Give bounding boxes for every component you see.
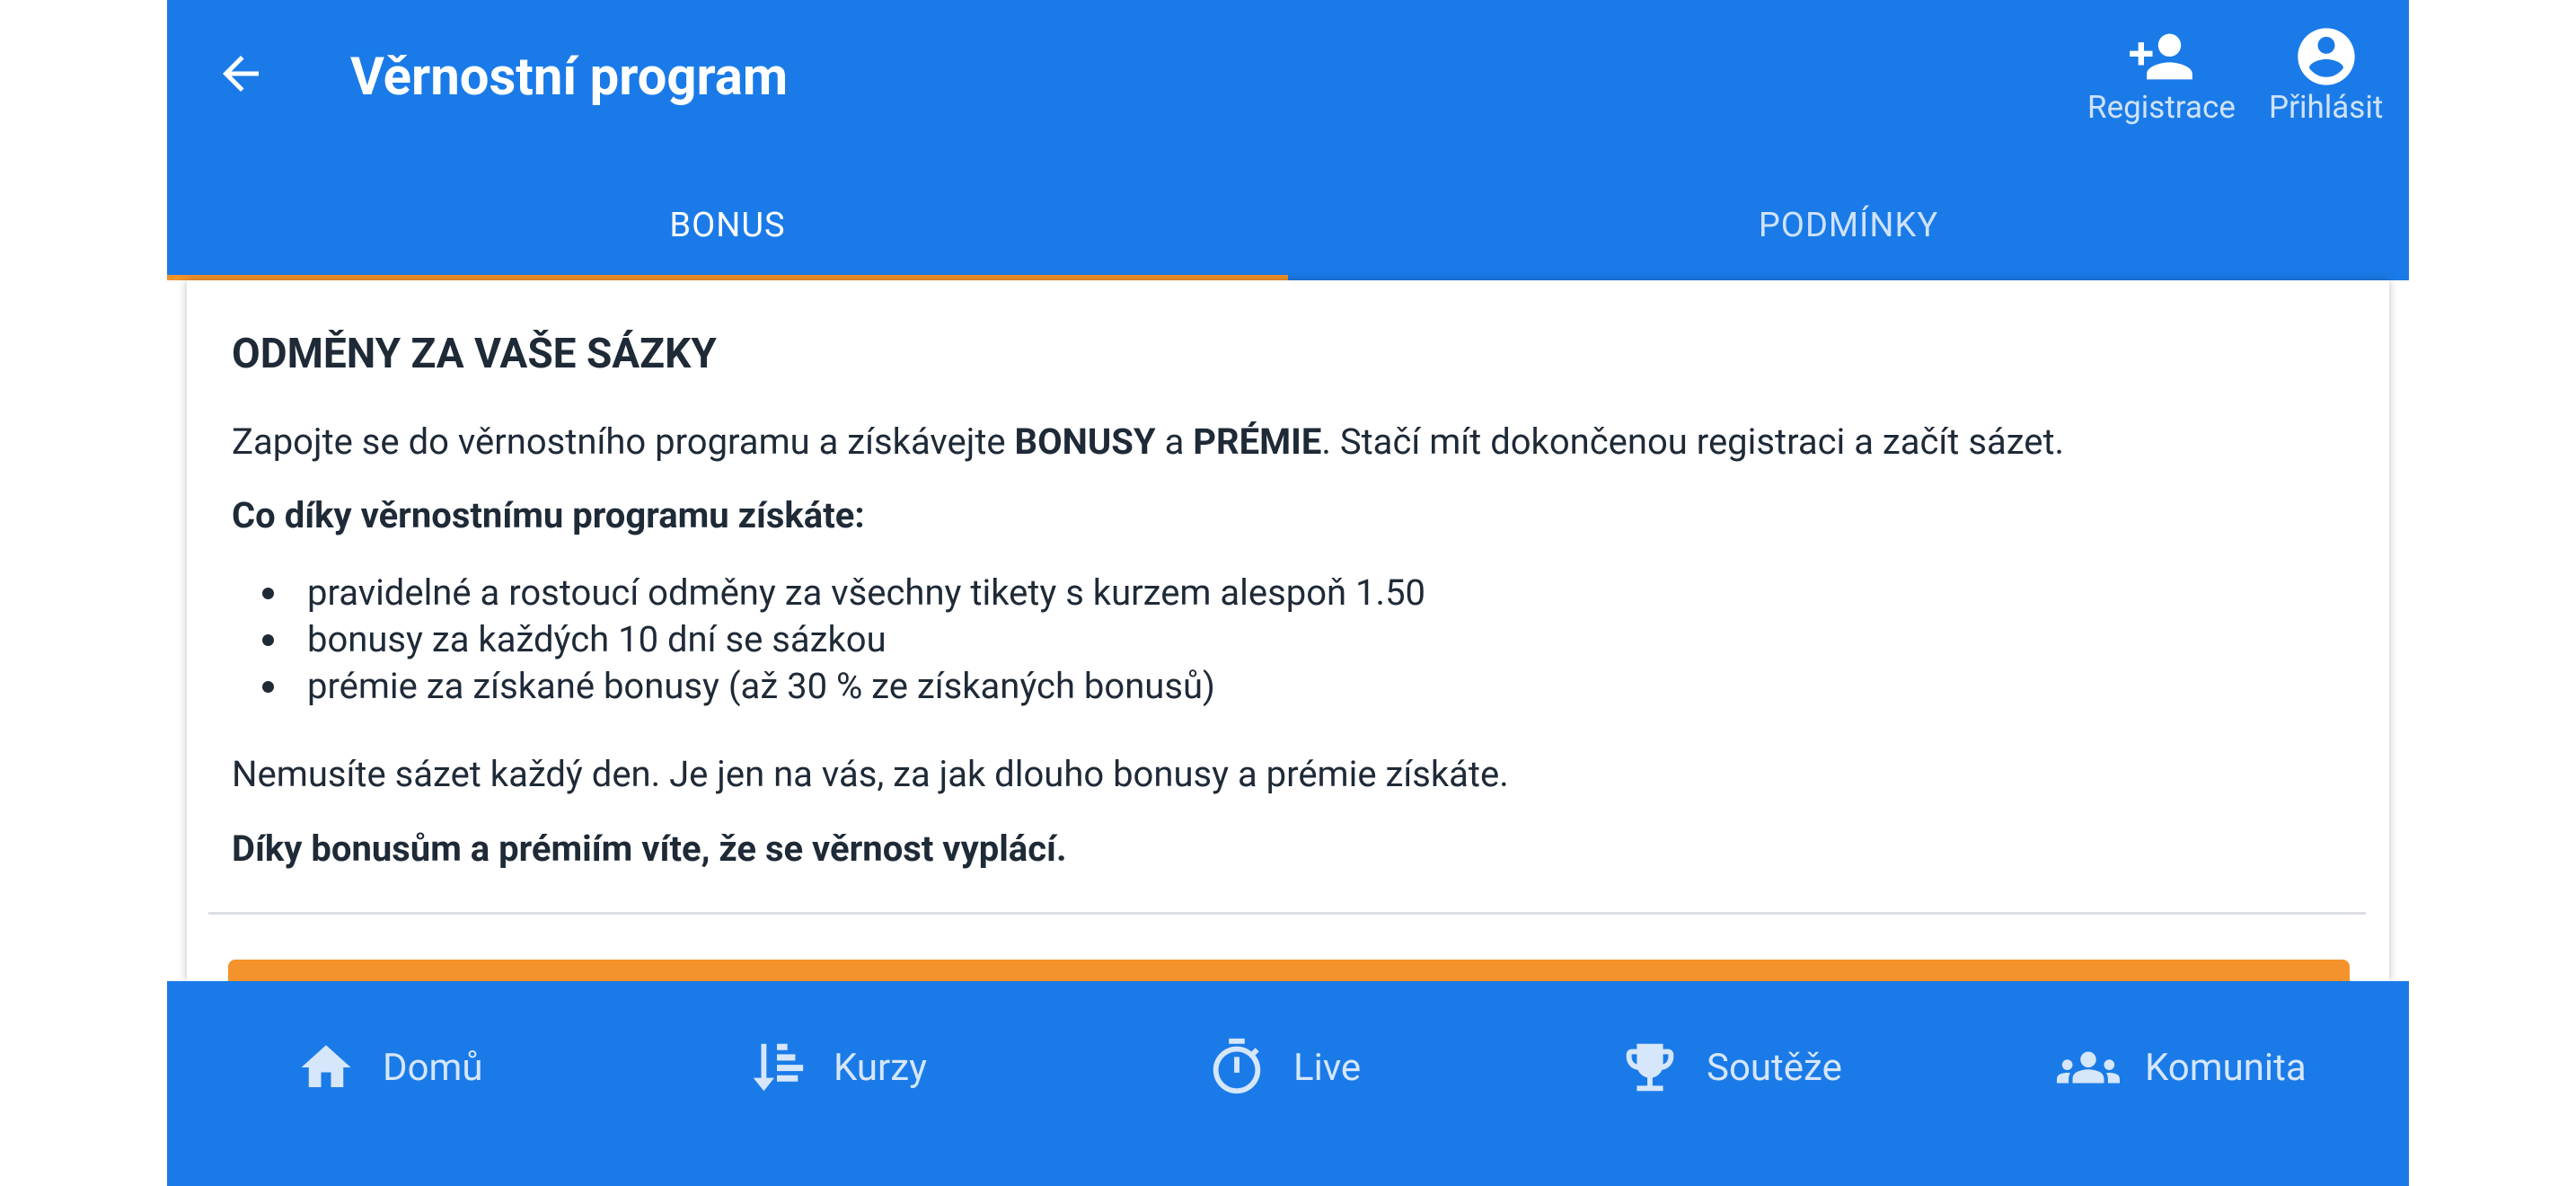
list-item: prémie za získané bonusy (až 30 % ze zís… [232,663,1425,710]
nav-label-live: Live [1293,1045,1362,1090]
register-label: Registrace [2087,89,2236,126]
stopwatch-icon [1205,1036,1268,1099]
community-icon [2057,1036,2120,1099]
person-add-icon [2125,25,2197,88]
section-title: ODMĚNY ZA VAŠE SÁZKY [232,330,717,378]
page-title: Věrnostní program [350,47,789,108]
trophy-icon [1619,1036,1681,1099]
list-item: bonusy za každých 10 dní se sázkou [232,616,1425,663]
arrow-back-icon [223,56,259,92]
intro-paragraph: Zapojte se do věrnostního programu a zís… [232,417,2064,467]
app-window: Věrnostní program Registrace Přihlásit B… [167,0,2409,1186]
nav-item-contests[interactable]: Soutěže [1619,1031,1842,1103]
home-icon [295,1036,357,1099]
intro-text-start: Zapojte se do věrnostního programu a zís… [232,420,1015,463]
nav-item-live[interactable]: Live [1205,1031,1361,1103]
list-item: pravidelné a rostoucí odměny za všechny … [232,570,1425,616]
nav-label-community: Komunita [2145,1045,2307,1090]
nav-item-home[interactable]: Domů [295,1031,483,1103]
login-button[interactable]: Přihlásit [2269,25,2383,128]
closing-paragraph: Díky bonusům a prémiím víte, že se věrno… [232,828,1067,870]
nav-label-contests: Soutěže [1707,1045,1842,1090]
intro-text-and: a [1155,420,1194,463]
benefits-heading: Co díky věrnostnímu programu získáte: [232,494,865,536]
register-button[interactable]: Registrace [2087,25,2236,128]
intro-premium-highlight: PRÉMIE [1193,420,1322,463]
tab-bar: BONUS PODMÍNKY [167,171,2409,280]
nav-item-community[interactable]: Komunita [2057,1031,2307,1103]
note-paragraph: Nemusíte sázet každý den. Je jen na vás,… [232,753,1509,795]
account-circle-icon [2290,25,2362,88]
back-button[interactable] [203,36,278,111]
tab-conditions[interactable]: PODMÍNKY [1288,171,2409,280]
content-card: ODMĚNY ZA VAŠE SÁZKY Zapojte se do věrno… [187,280,2389,981]
benefits-list: pravidelné a rostoucí odměny za všechny … [232,570,1425,710]
tab-bonus[interactable]: BONUS [167,171,1288,280]
odds-list-icon [745,1036,808,1099]
intro-text-end: . Stačí mít dokončenou registraci a začí… [1321,420,2065,463]
login-label: Přihlásit [2269,89,2384,126]
divider [208,912,2366,915]
intro-bonus-highlight: BONUSY [1014,420,1156,463]
nav-label-odds: Kurzy [834,1045,927,1090]
cta-button[interactable] [228,960,2350,981]
nav-item-odds[interactable]: Kurzy [745,1031,927,1103]
nav-label-home: Domů [383,1045,483,1090]
bottom-navigation: Domů Kurzy Live Soutěže Komunita [167,981,2409,1186]
app-header: Věrnostní program Registrace Přihlásit B… [167,0,2409,280]
